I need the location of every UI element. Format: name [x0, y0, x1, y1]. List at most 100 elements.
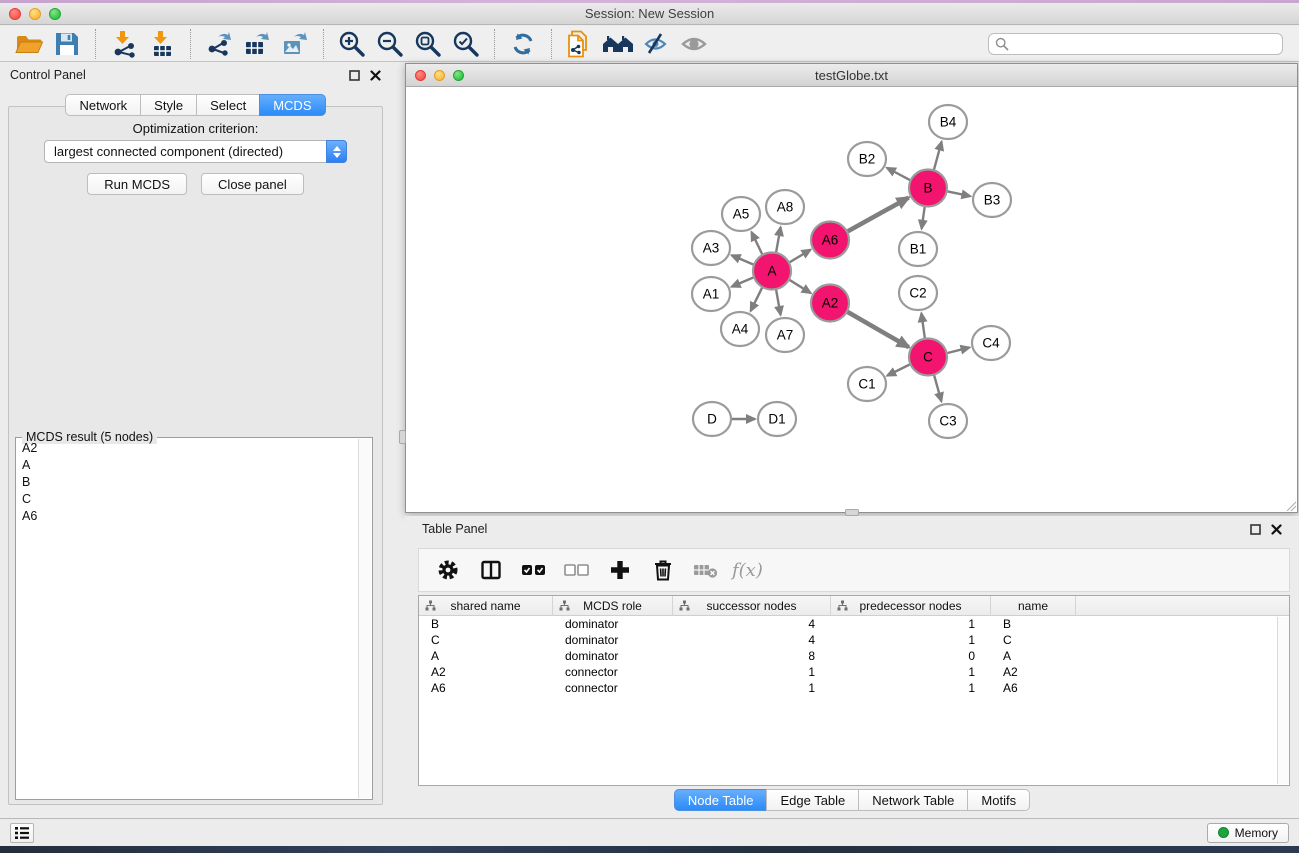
table-cell[interactable]: 1 — [831, 664, 991, 680]
node-B1[interactable]: B1 — [899, 232, 937, 266]
float-panel-icon[interactable] — [1250, 524, 1261, 535]
network-canvas[interactable]: B4B2BB3A5A8A6B1A3AA1C2A2A4A7C4CC1C3DD1 — [407, 88, 1296, 508]
edge-A2-C[interactable] — [848, 312, 909, 347]
node-A8[interactable]: A8 — [766, 190, 804, 224]
edge-A-A3[interactable] — [732, 255, 754, 264]
close-panel-button[interactable]: Close panel — [201, 173, 304, 195]
table-cell[interactable]: 0 — [831, 648, 991, 664]
table-row[interactable]: Cdominator41C — [419, 632, 1289, 648]
table-cell[interactable]: A — [419, 648, 553, 664]
edge-B-B4[interactable] — [934, 142, 942, 171]
search-input[interactable] — [988, 33, 1283, 55]
column-header-successor-nodes[interactable]: successor nodes — [673, 596, 831, 616]
open-session-button[interactable] — [13, 29, 45, 59]
table-cell[interactable]: 1 — [673, 664, 831, 680]
delete-column-button[interactable] — [646, 553, 680, 587]
mcds-result-item[interactable]: A — [18, 457, 357, 474]
tab-select[interactable]: Select — [196, 94, 259, 116]
table-cell[interactable]: C — [419, 632, 553, 648]
mcds-result-item[interactable]: A2 — [18, 440, 357, 457]
splitter-handle-horizontal[interactable] — [845, 509, 859, 516]
node-A5[interactable]: A5 — [722, 197, 760, 231]
mcds-result-item[interactable]: C — [18, 491, 357, 508]
table-cell[interactable]: A6 — [419, 680, 553, 696]
export-table-button[interactable] — [241, 29, 273, 59]
import-table-button[interactable] — [146, 29, 178, 59]
refresh-layout-button[interactable] — [507, 29, 539, 59]
edge-C-C1[interactable] — [887, 364, 910, 375]
column-header-name[interactable]: name — [991, 596, 1076, 616]
network-window-titlebar[interactable]: testGlobe.txt — [406, 64, 1297, 87]
node-C1[interactable]: C1 — [848, 367, 886, 401]
table-cell[interactable]: B — [991, 616, 1076, 632]
table-cell[interactable]: connector — [553, 680, 673, 696]
hide-all-columns-button[interactable] — [560, 553, 594, 587]
node-C3[interactable]: C3 — [929, 404, 967, 438]
table-cell[interactable]: A2 — [419, 664, 553, 680]
show-all-columns-button[interactable] — [517, 553, 551, 587]
node-C4[interactable]: C4 — [972, 326, 1010, 360]
table-cell[interactable]: 1 — [831, 616, 991, 632]
import-network-button[interactable] — [108, 29, 140, 59]
node-A3[interactable]: A3 — [692, 231, 730, 265]
hide-panels-button[interactable] — [640, 29, 672, 59]
column-layout-button[interactable] — [474, 553, 508, 587]
table-row[interactable]: A2connector11A2 — [419, 664, 1289, 680]
edge-B-B1[interactable] — [922, 206, 925, 229]
node-D1[interactable]: D1 — [758, 402, 796, 436]
table-cell[interactable]: 1 — [831, 680, 991, 696]
close-panel-icon[interactable] — [1271, 524, 1282, 535]
column-header-MCDS-role[interactable]: MCDS role — [553, 596, 673, 616]
node-D[interactable]: D — [693, 402, 731, 436]
node-B4[interactable]: B4 — [929, 105, 967, 139]
edge-C-C2[interactable] — [921, 313, 925, 338]
edge-C-C3[interactable] — [934, 375, 941, 402]
table-cell[interactable]: A6 — [991, 680, 1076, 696]
zoom-selected-button[interactable] — [450, 29, 482, 59]
tab-mcds[interactable]: MCDS — [259, 94, 325, 116]
resize-grip-icon[interactable] — [1284, 499, 1296, 511]
table-cell[interactable]: 4 — [673, 632, 831, 648]
table-cell[interactable]: A — [991, 648, 1076, 664]
column-header-predecessor-nodes[interactable]: predecessor nodes — [831, 596, 991, 616]
edge-A-A7[interactable] — [776, 289, 781, 315]
edge-A6-B[interactable] — [848, 198, 909, 232]
table-cell[interactable]: 8 — [673, 648, 831, 664]
node-B3[interactable]: B3 — [973, 183, 1011, 217]
clone-network-button[interactable] — [564, 29, 596, 59]
run-mcds-button[interactable]: Run MCDS — [87, 173, 187, 195]
node-A6[interactable]: A6 — [811, 222, 849, 259]
mcds-result-item[interactable]: B — [18, 474, 357, 491]
edge-A-A1[interactable] — [732, 278, 754, 287]
home-button[interactable] — [602, 29, 634, 59]
node-B[interactable]: B — [909, 170, 947, 207]
table-cell[interactable]: 4 — [673, 616, 831, 632]
node-A7[interactable]: A7 — [766, 318, 804, 352]
zoom-in-button[interactable] — [336, 29, 368, 59]
node-C[interactable]: C — [909, 339, 947, 376]
table-cell[interactable]: 1 — [673, 680, 831, 696]
task-history-button[interactable] — [10, 823, 34, 843]
tab-edge-table[interactable]: Edge Table — [766, 789, 858, 811]
edge-A-A8[interactable] — [776, 227, 781, 253]
edge-B-B2[interactable] — [887, 168, 910, 180]
result-scrollbar[interactable] — [358, 439, 371, 798]
table-cell[interactable]: 1 — [831, 632, 991, 648]
table-settings-button[interactable] — [431, 553, 465, 587]
edge-A-A5[interactable] — [752, 232, 763, 255]
table-cell[interactable]: dominator — [553, 616, 673, 632]
splitter-handle-vertical[interactable] — [399, 430, 406, 444]
node-A1[interactable]: A1 — [692, 277, 730, 311]
function-builder-button[interactable]: f(x) — [732, 553, 763, 587]
table-cell[interactable]: dominator — [553, 632, 673, 648]
edge-C-C4[interactable] — [948, 347, 970, 353]
table-row[interactable]: A6connector11A6 — [419, 680, 1289, 696]
table-cell[interactable]: A2 — [991, 664, 1076, 680]
node-B2[interactable]: B2 — [848, 142, 886, 176]
edge-A-A6[interactable] — [790, 250, 811, 263]
create-column-button[interactable] — [603, 553, 637, 587]
table-row[interactable]: Adominator80A — [419, 648, 1289, 664]
table-cell[interactable]: dominator — [553, 648, 673, 664]
export-network-button[interactable] — [203, 29, 235, 59]
close-panel-icon[interactable] — [370, 70, 381, 81]
